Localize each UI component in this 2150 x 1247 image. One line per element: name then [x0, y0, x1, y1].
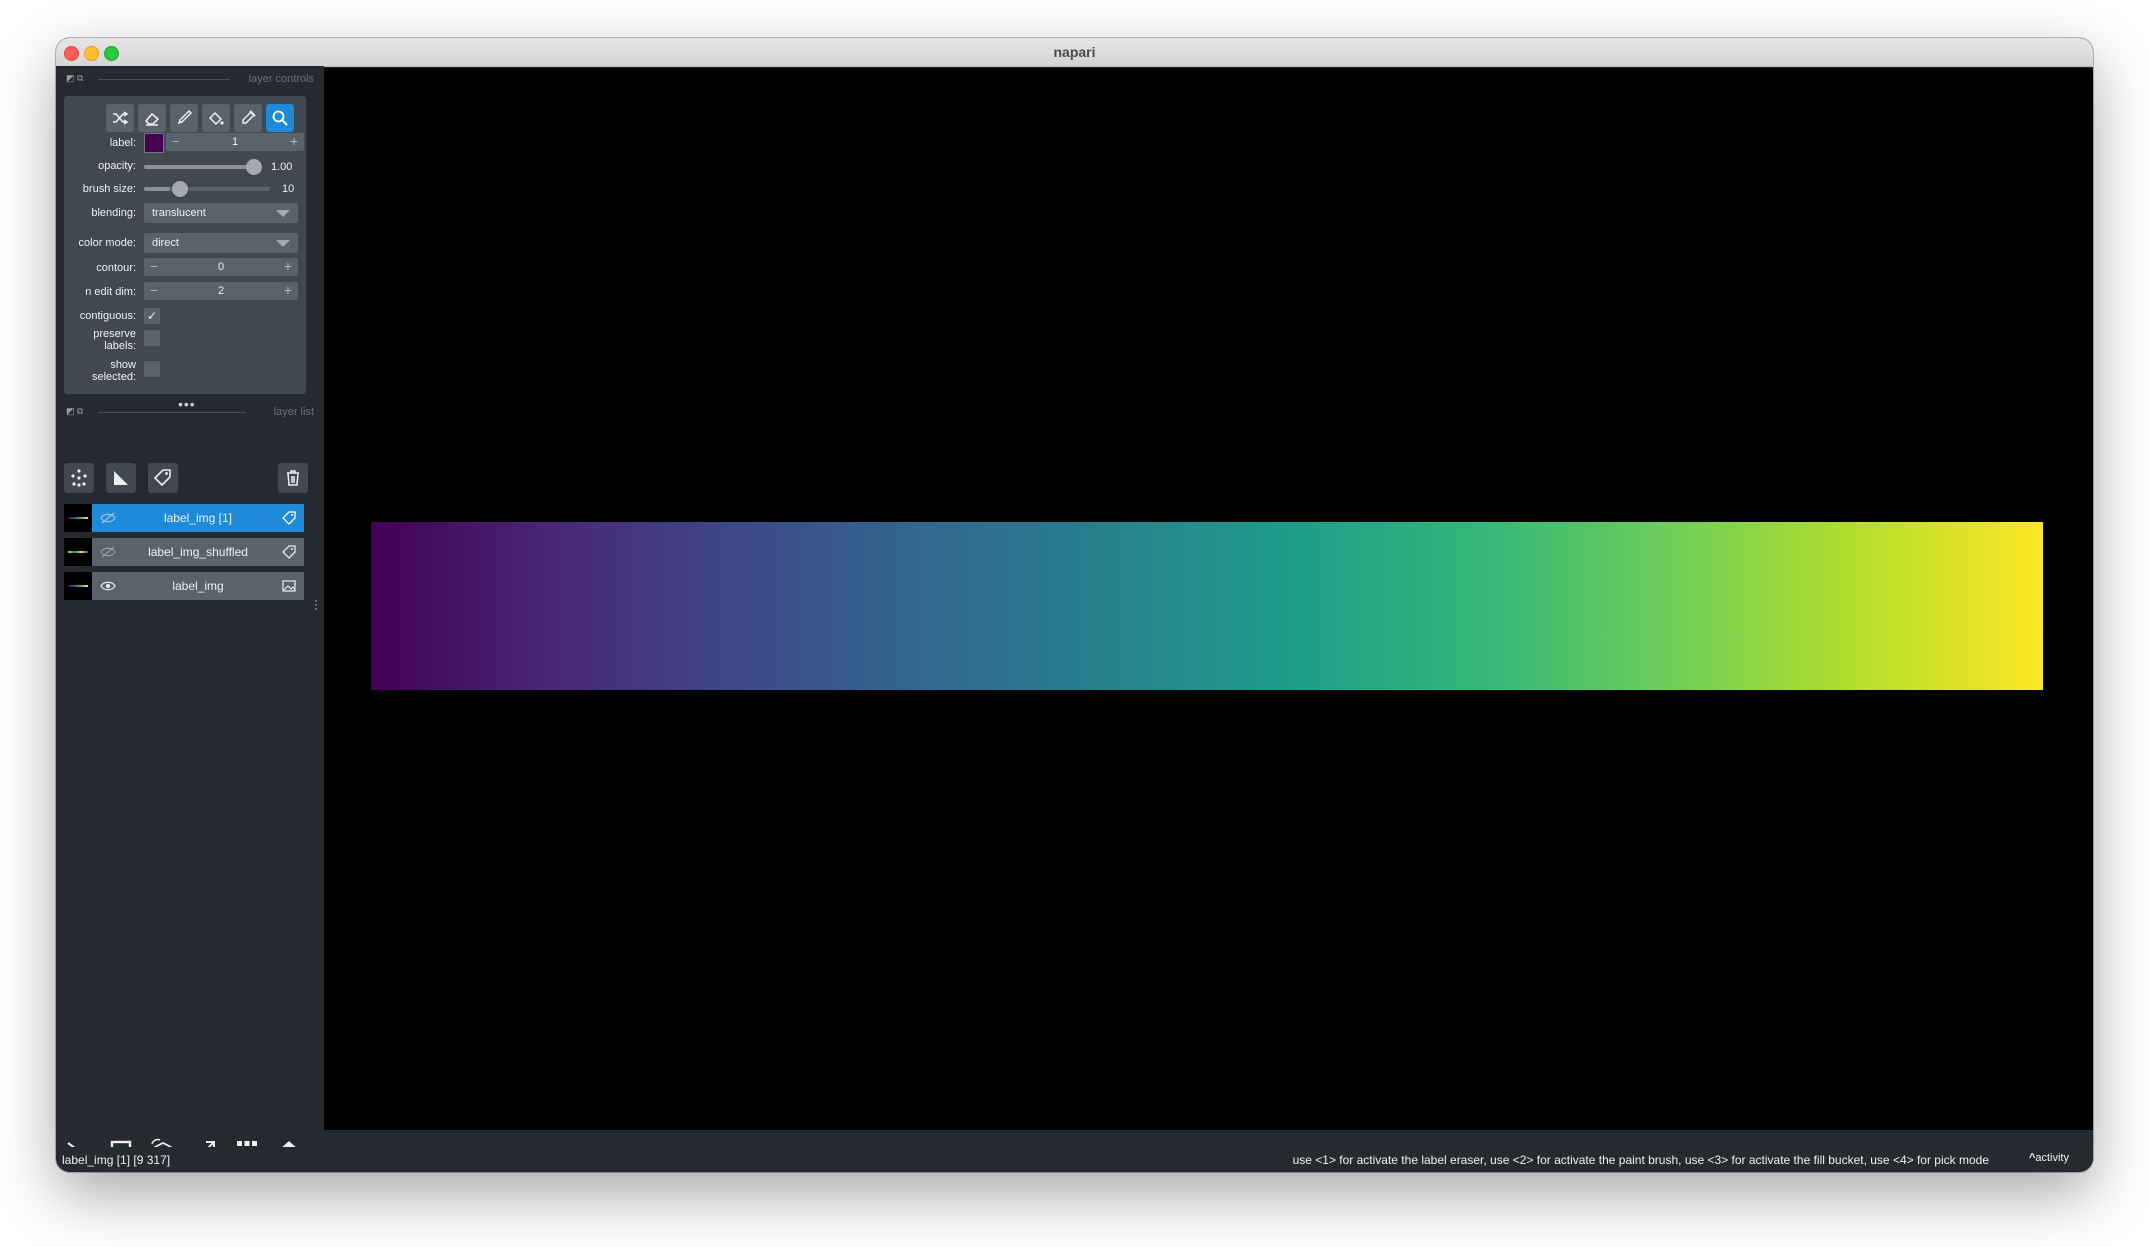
layer-name[interactable]: label_img [1] [112, 511, 284, 525]
napari-window: napari ◩ ⧉ layer controls label: − 1 + o… [56, 38, 2093, 1172]
paint-brush-button[interactable] [170, 104, 198, 132]
opacity-label: opacity: [98, 160, 136, 172]
brush-size-label: brush size: [82, 183, 136, 195]
activity-label: activity [2035, 1152, 2069, 1164]
new-shapes-layer-icon [114, 471, 128, 485]
label-color-swatch[interactable] [144, 133, 164, 153]
layer-controls-panel: label: − 1 + opacity: 1.00 brush size: 1… [64, 96, 306, 394]
pan-zoom-button[interactable] [266, 104, 294, 132]
color-mode-label: color mode: [78, 237, 136, 249]
color-picker-icon [242, 110, 256, 124]
divider [98, 412, 246, 413]
contiguous-label: contiguous: [79, 310, 136, 322]
color-mode-select[interactable]: direct [144, 233, 298, 253]
brush-size-slider-handle[interactable] [172, 181, 188, 197]
layer-item-body[interactable]: label_img_shuffled [92, 538, 304, 566]
increment-icon[interactable]: + [284, 258, 292, 274]
layer-thumbnail [64, 572, 92, 600]
n-edit-dim-value: 2 [217, 285, 225, 297]
layer-item-body[interactable]: label_img [92, 572, 304, 600]
chevron-down-icon [276, 210, 290, 217]
labels-layer-icon [282, 511, 296, 525]
layer-thumbnail [64, 538, 92, 566]
fill-bucket-button[interactable] [202, 104, 230, 132]
layer-list-title: layer list [273, 406, 314, 418]
opacity-slider-handle[interactable] [246, 159, 262, 175]
show-selected-checkbox[interactable] [144, 361, 160, 377]
eraser-button[interactable] [138, 104, 166, 132]
label-spinbox[interactable]: − 1 + [166, 133, 304, 151]
preserve-labels-label-line1: preserve [93, 328, 136, 340]
contour-spinbox[interactable]: − 0 + [144, 258, 298, 276]
layer-item[interactable]: label_img [64, 572, 304, 600]
shuffle-colors-button[interactable] [106, 104, 134, 132]
label-image-gradient[interactable] [371, 522, 2043, 690]
dock-float-icon[interactable]: ◩ ⧉ [66, 406, 83, 417]
contour-value: 0 [217, 261, 225, 273]
status-bar: label_img [1] [9 317] use <1> for activa… [56, 1147, 2093, 1172]
labels-layer-icon [282, 545, 296, 559]
layer-controls-title: layer controls [248, 73, 314, 85]
window-title: napari [1053, 44, 1096, 60]
shuffle-icon [113, 111, 129, 125]
layer-item[interactable]: label_img_shuffled [64, 538, 304, 566]
title-bar: napari [56, 38, 2093, 67]
contiguous-checkbox[interactable]: ✓ [144, 308, 160, 324]
label-label: label: [109, 137, 136, 149]
blending-label: blending: [91, 207, 136, 219]
divider [98, 79, 230, 80]
delete-layer-button[interactable] [278, 463, 308, 493]
chevron-down-icon [276, 240, 290, 247]
increment-icon[interactable]: + [284, 282, 292, 298]
magnifier-icon [272, 110, 288, 126]
panel-resize-handle[interactable]: · · · [314, 594, 318, 614]
opacity-value: 1.00 [271, 161, 293, 173]
n-edit-dim-label: n edit dim: [85, 286, 136, 298]
layer-name[interactable]: label_img [112, 579, 284, 593]
new-points-layer-button[interactable] [64, 463, 94, 493]
show-selected-label: show selected: [64, 359, 136, 383]
increment-icon[interactable]: + [290, 133, 298, 149]
left-panel: ◩ ⧉ layer controls label: − 1 + opacity:… [56, 66, 324, 1162]
color-picker-button[interactable] [234, 104, 262, 132]
blending-select[interactable]: translucent [144, 203, 298, 223]
new-labels-layer-button[interactable] [148, 463, 178, 493]
eraser-icon [144, 112, 160, 126]
layer-item[interactable]: label_img [1] [64, 504, 304, 532]
contour-label: contour: [96, 262, 136, 274]
delete-layer-icon [287, 470, 299, 486]
color-mode-value: direct [152, 237, 179, 249]
n-edit-dim-spinbox[interactable]: − 2 + [144, 282, 298, 300]
status-help-text: use <1> for activate the label eraser, u… [1292, 1153, 1989, 1167]
blending-value: translucent [152, 207, 206, 219]
viewer-canvas[interactable] [324, 68, 2093, 1130]
opacity-slider-fill [144, 165, 254, 169]
layer-item-body[interactable]: label_img [1] [92, 504, 304, 532]
show-selected-label-line2: selected: [91, 371, 136, 383]
show-selected-label-line1: show [110, 359, 136, 371]
label-value: 1 [231, 136, 239, 148]
image-layer-icon [282, 580, 296, 592]
paint-brush-icon [177, 109, 193, 125]
preserve-labels-label: preserve labels: [64, 328, 136, 352]
new-shapes-layer-button[interactable] [106, 463, 136, 493]
layer-name[interactable]: label_img_shuffled [112, 545, 284, 559]
preserve-labels-label-line2: labels: [104, 340, 136, 352]
new-labels-layer-icon [153, 469, 171, 487]
activity-button[interactable]: ^activity [2029, 1152, 2069, 1164]
status-left: label_img [1] [9 317] [62, 1153, 171, 1167]
brush-size-slider-fill [144, 187, 170, 191]
layer-thumbnail [64, 504, 92, 532]
layer-controls-dock-title: ◩ ⧉ layer controls [64, 70, 316, 88]
fill-bucket-icon [208, 111, 224, 126]
brush-size-value: 10 [282, 183, 295, 195]
preserve-labels-checkbox[interactable] [144, 330, 160, 346]
dock-float-icon[interactable]: ◩ ⧉ [66, 73, 83, 84]
new-points-layer-icon [71, 469, 87, 487]
layer-list-dock-title: ◩ ⧉ layer list [64, 403, 316, 421]
